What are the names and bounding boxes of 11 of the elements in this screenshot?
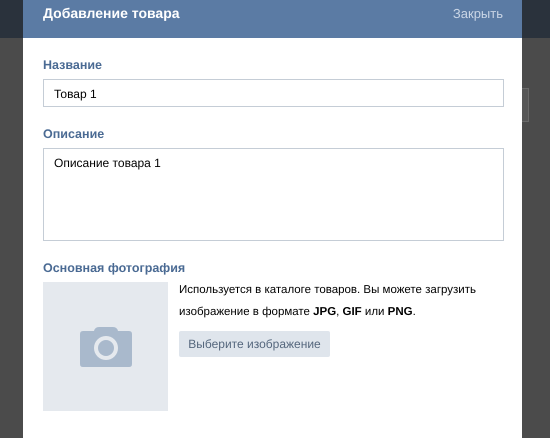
dialog-title: Добавление товара — [43, 5, 180, 21]
photo-hint: Используется в каталоге товаров. Вы можете загрузить изображение в формате JPG, GIF или PNG. — [179, 283, 477, 320]
field-label: Описание — [43, 127, 106, 141]
field-label: Основная фотография — [43, 261, 186, 275]
camera-icon — [80, 326, 132, 366]
description-field[interactable]: Описание товара 1 — [43, 148, 504, 241]
choose-image-button[interactable]: Выберите изображение — [179, 331, 330, 357]
field-label: Название — [43, 58, 104, 72]
name-field[interactable]: Товар 1 — [43, 79, 504, 107]
page-header — [0, 0, 23, 38]
page-header — [522, 0, 550, 38]
